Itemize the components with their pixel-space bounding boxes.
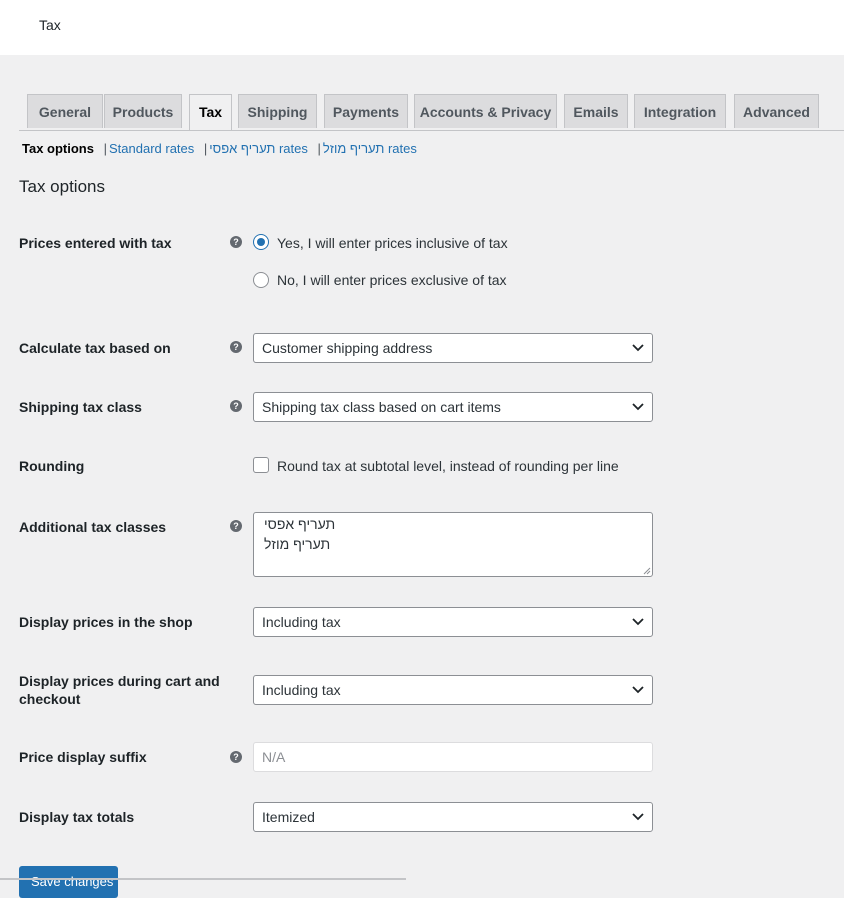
select-value: Customer shipping address bbox=[262, 340, 433, 356]
textarea-line: תעריף מוזל bbox=[264, 536, 331, 552]
display-prices-cart-select[interactable]: Including tax bbox=[253, 675, 653, 705]
subnav-separator: | bbox=[103, 141, 107, 156]
subnav-separator: | bbox=[203, 141, 208, 156]
subnav-separator: | bbox=[317, 141, 321, 156]
help-circle-icon[interactable]: ? bbox=[230, 520, 242, 532]
tab-emails[interactable]: Emails bbox=[564, 94, 628, 128]
tab-products[interactable]: Products bbox=[104, 94, 182, 128]
additional-tax-classes-textarea[interactable]: תעריף אפסי תעריף מוזל bbox=[253, 512, 653, 577]
subnav-zero-rates[interactable]: תעריף אפסי rates bbox=[209, 141, 308, 156]
subnav-reduced-rates[interactable]: תעריף מוזל rates bbox=[323, 141, 417, 156]
help-circle-icon[interactable]: ? bbox=[230, 751, 242, 763]
additional-tax-classes-label: Additional tax classes bbox=[19, 519, 167, 535]
select-value: Including tax bbox=[262, 682, 341, 698]
select-value: Including tax bbox=[262, 614, 341, 630]
tab-shipping[interactable]: Shipping bbox=[238, 94, 317, 128]
help-circle-icon[interactable]: ? bbox=[230, 400, 242, 412]
tab-accounts-privacy[interactable]: Accounts & Privacy bbox=[414, 94, 557, 128]
rounding-checkbox[interactable] bbox=[253, 457, 269, 473]
prices-exclusive-radio[interactable] bbox=[253, 272, 269, 288]
tab-advanced[interactable]: Advanced bbox=[734, 94, 819, 128]
display-tax-totals-select[interactable]: Itemized bbox=[253, 802, 653, 832]
display-tax-totals-label: Display tax totals bbox=[19, 809, 135, 825]
prices-exclusive-label[interactable]: No, I will enter prices exclusive of tax bbox=[277, 272, 507, 288]
section-title: Tax options bbox=[19, 177, 105, 196]
label-line: checkout bbox=[19, 691, 81, 707]
save-changes-button[interactable]: Save changes bbox=[19, 866, 118, 898]
calculate-tax-based-on-label: Calculate tax based on bbox=[19, 340, 171, 356]
price-display-suffix-input[interactable]: N/A bbox=[253, 742, 653, 772]
display-prices-cart-label: Display prices during cart and checkout bbox=[19, 672, 220, 708]
chevron-down-icon bbox=[632, 403, 644, 411]
tab-tax[interactable]: Tax bbox=[189, 94, 232, 130]
chevron-down-icon bbox=[632, 813, 644, 821]
label-line: Display prices during cart and bbox=[19, 673, 220, 689]
chevron-down-icon bbox=[632, 618, 644, 626]
prices-inclusive-radio[interactable] bbox=[253, 234, 269, 250]
subnav-tax-options: Tax options bbox=[22, 141, 94, 156]
chevron-down-icon bbox=[632, 686, 644, 694]
tab-payments[interactable]: Payments bbox=[324, 94, 408, 128]
subnav-standard-rates[interactable]: Standard rates bbox=[109, 141, 194, 156]
price-display-suffix-label: Price display suffix bbox=[19, 749, 147, 765]
top-bar: Tax bbox=[0, 0, 844, 55]
rounding-label: Rounding bbox=[19, 458, 85, 474]
prices-inclusive-label[interactable]: Yes, I will enter prices inclusive of ta… bbox=[277, 235, 508, 251]
display-prices-shop-label: Display prices in the shop bbox=[19, 614, 193, 630]
chevron-down-icon bbox=[632, 344, 644, 352]
shipping-tax-class-select[interactable]: Shipping tax class based on cart items bbox=[253, 392, 653, 422]
textarea-line: תעריף אפסי bbox=[264, 516, 336, 532]
prices-entered-with-tax-label: Prices entered with tax bbox=[19, 235, 172, 251]
display-prices-shop-select[interactable]: Including tax bbox=[253, 607, 653, 637]
help-circle-icon[interactable]: ? bbox=[230, 236, 242, 248]
tab-general[interactable]: General bbox=[27, 94, 103, 128]
select-value: Shipping tax class based on cart items bbox=[262, 399, 501, 415]
shipping-tax-class-label: Shipping tax class bbox=[19, 399, 142, 415]
page-title: Tax bbox=[39, 17, 61, 33]
tab-integration[interactable]: Integration bbox=[634, 94, 726, 128]
settings-tabs: General Products Tax Shipping Payments A… bbox=[19, 94, 844, 131]
help-circle-icon[interactable]: ? bbox=[230, 341, 242, 353]
resize-handle-icon[interactable] bbox=[642, 566, 651, 575]
rounding-checkbox-label[interactable]: Round tax at subtotal level, instead of … bbox=[277, 458, 619, 474]
select-value: Itemized bbox=[262, 809, 315, 825]
calculate-tax-based-on-select[interactable]: Customer shipping address bbox=[253, 333, 653, 363]
tax-subnav: Tax options | Standard rates | תעריף אפסי … bbox=[22, 141, 417, 156]
